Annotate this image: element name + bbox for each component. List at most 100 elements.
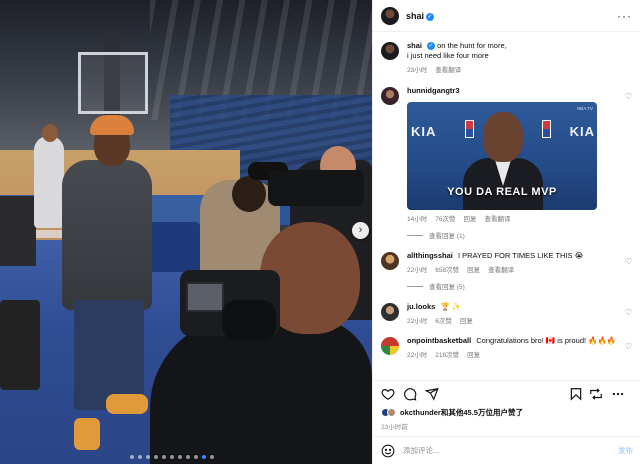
gif-person-head [483,112,523,162]
comment-likes[interactable]: 76次赞 [435,213,455,223]
comment-text: I PRAYED FOR TIMES LIKE THIS 😭 [457,251,584,260]
reply-button[interactable]: 回复 [467,349,480,359]
comment-likes[interactable]: 218次赞 [435,349,459,359]
caption-translate-link[interactable]: 查看翻译 [435,64,461,74]
comment-icon[interactable] [403,387,417,401]
backboard [78,52,148,114]
post-header: shai ✓ ··· [373,0,640,32]
photographer-head [232,176,266,212]
view-replies-label[interactable]: 查看回复 (5) [429,281,465,291]
carousel-dot [146,455,150,459]
comment-text: Congratulations bro! 🇨🇦 is proud! 🔥🔥🔥 [476,336,617,345]
share-icon[interactable] [425,387,439,401]
comment-time: 22小时 [407,267,428,274]
repost-icon[interactable] [589,387,603,401]
like-comment-heart-icon[interactable]: ♡ [625,342,632,351]
comment-username[interactable]: onpointbasketball [407,336,471,345]
comment-item: onpointbasketball Congratulations bro! 🇨… [381,336,633,359]
carousel-next-button[interactable]: › [352,222,369,239]
reply-button[interactable]: 回复 [467,264,480,274]
view-replies-button[interactable]: 查看回复 (5) [407,281,633,291]
avatar[interactable] [381,303,399,321]
action-icons [373,381,640,403]
verified-badge-icon: ✓ [426,12,435,21]
translate-link[interactable]: 查看翻译 [484,213,510,223]
replies-divider [407,234,423,236]
avatar[interactable] [381,252,399,270]
gif-badge: NBA TV [577,106,593,111]
verified-badge-icon: ✓ [427,42,436,50]
bystander-head [42,124,58,142]
view-replies-button[interactable]: 查看回复 (1) [407,230,633,240]
comment-time: 22小时 [407,352,428,359]
comment-time: 14小时 [407,216,428,223]
camera-lens [222,300,276,340]
carousel-dot [154,455,158,459]
avatar[interactable] [381,87,399,105]
carousel-dot [186,455,190,459]
emoji-icon[interactable] [381,444,395,458]
carousel-dot [194,455,198,459]
comment-text: 🏆 ✨ [440,302,462,311]
carousel-dots [130,455,214,459]
camera-screen [186,282,224,312]
comment-username[interactable]: hunnidgangtr3 [407,86,460,95]
comment-username[interactable]: allthingsshai [407,251,453,260]
post-sidebar: shai ✓ ··· shai ✓ on the hunt for more, i … [372,0,640,464]
subject-shoe [74,418,100,450]
carousel-dot [210,455,214,459]
comment-likes[interactable]: 6次赞 [435,315,452,325]
comment-likes[interactable]: 658次赞 [435,264,459,274]
post-time: 23小时前 [381,424,408,431]
likes-summary[interactable]: okcthunder和其他45.5万位用户赞了 [373,403,640,418]
post-caption: shai ✓ on the hunt for more, i just need … [381,41,633,74]
author-username-text[interactable]: shai [406,11,424,21]
reply-button[interactable]: 回复 [463,213,476,223]
post-actions: okcthunder和其他45.5万位用户赞了 23小时前 发布 [373,380,640,464]
like-comment-heart-icon[interactable]: ♡ [625,92,632,101]
avatar[interactable] [381,6,399,25]
translate-link[interactable]: 查看翻译 [488,264,514,274]
view-replies-label[interactable]: 查看回复 (1) [429,230,465,240]
like-comment-heart-icon[interactable]: ♡ [625,257,632,266]
comments-list: shai ✓ on the hunt for more, i just need … [373,33,640,379]
bystander [34,136,64,228]
more-icon[interactable] [611,387,625,401]
chevron-right-icon: › [358,224,363,236]
carousel-dot [178,455,182,459]
replies-divider [407,285,423,287]
comment-username[interactable]: ju.looks [407,302,435,311]
comment-input[interactable] [403,446,618,455]
avatar[interactable] [381,337,399,355]
post-comment-button[interactable]: 发布 [618,445,633,456]
liked-by-user[interactable]: okcthunder [400,408,441,417]
avatar[interactable] [381,42,399,60]
nba-logo-icon [465,120,474,138]
reply-button[interactable]: 回复 [460,315,473,325]
carousel-dot [202,455,206,459]
carousel-dot [130,455,134,459]
subject-cap [90,115,134,135]
comment-item: allthingsshai I PRAYED FOR TIMES LIKE TH… [381,251,633,291]
carousel-dot [138,455,142,459]
caption-username[interactable]: shai [407,41,422,50]
comment-gif[interactable]: KIA KIA NBA TV YOU DA REAL MVP [407,102,597,210]
post-media-image[interactable]: › [0,0,372,464]
nba-logo-icon [542,120,551,138]
comment-item: ju.looks 🏆 ✨ 22小时 6次赞 回复 ♡ [381,302,633,325]
like-comment-heart-icon[interactable]: ♡ [625,308,632,317]
comment-item: hunnidgangtr3 KIA KIA NBA TV YOU DA REAL… [381,86,633,240]
courtside-chair [148,222,200,272]
more-options-icon[interactable]: ··· [617,9,632,23]
caption-text-line2: i just need like four more [407,51,489,60]
carousel-dot [162,455,166,459]
carousel-dot [170,455,174,459]
bookmark-icon[interactable] [569,387,583,401]
heart-icon[interactable] [381,387,395,401]
equipment-case [0,300,40,390]
liked-by-rest[interactable]: 和其他45.5万位用户赞了 [441,408,523,417]
caption-time: 23小时 [407,67,428,74]
gif-kia-logo: KIA [569,124,595,139]
author-username[interactable]: shai ✓ [406,11,435,21]
gif-caption: YOU DA REAL MVP [447,186,557,198]
